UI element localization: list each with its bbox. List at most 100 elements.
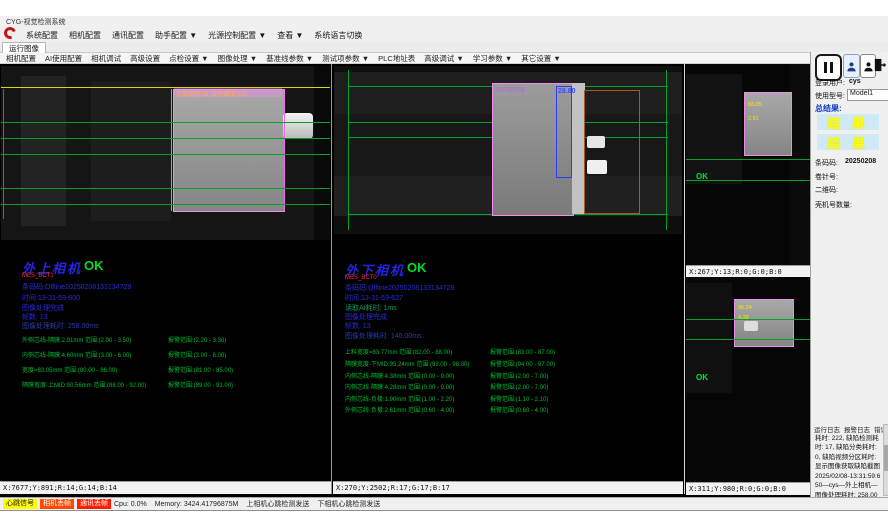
center-camera-view[interactable]: AI检测区域 28.80 外下相机 OK MES_BCT0 条码码:Offlin…	[333, 64, 683, 497]
menu-item-light-control-config[interactable]: 光源控制配置 ▼	[208, 30, 266, 41]
model-select[interactable]: Model1	[847, 89, 888, 101]
result-box-lower-text: 结 果	[827, 133, 869, 152]
small-top-camera-view[interactable]: 83.05 2.91 OK X:267;Y:13;R:0;G:0;B:0	[686, 64, 810, 277]
green-guide-line	[1, 204, 330, 205]
menu-item-language-switch[interactable]: 系统语言切换	[314, 30, 362, 41]
menu-item-assistant-config[interactable]: 助手配置 ▼	[155, 30, 197, 41]
bright-spot	[587, 136, 605, 148]
magenta-edge-line	[171, 89, 172, 211]
pause-button[interactable]	[815, 54, 842, 81]
toolbar-item-ai-usage-config[interactable]: AI使用配置	[45, 53, 82, 64]
output-tag: MES_BCT0	[345, 275, 377, 281]
comm-drop-badge: 通讯丢帧	[77, 499, 111, 509]
green-guide-line	[1, 154, 330, 155]
toolbar-item-advanced-debug[interactable]: 高级调试 ▼	[424, 53, 464, 64]
login-user-label: 登录用户:	[815, 78, 845, 88]
result-box-lower: 结 果	[817, 134, 879, 150]
machine-shadow	[686, 74, 742, 184]
log-tab-alarm[interactable]: 报警日志	[844, 424, 870, 434]
toolbar-item-other-settings[interactable]: 其它设置 ▼	[521, 53, 561, 64]
left-view-coords: X:7677;Y:891;R:14;G:14;B:14	[0, 482, 331, 494]
barcode-value: 20250208	[845, 158, 876, 165]
log-scrollbar-thumb[interactable]	[884, 445, 888, 471]
measurement-alarm: 报警范围:(0.60 - 4.00)	[490, 405, 548, 414]
measurement-value: 外侧芯线-负极:2.61mm 范围:(0.60 - 4.00)	[345, 405, 454, 414]
machine-shadow	[790, 64, 810, 265]
log-tab-run[interactable]: 运行日志	[814, 424, 840, 434]
model-label: 使用型号:	[815, 91, 845, 101]
view-divider	[684, 64, 685, 494]
exit-button[interactable]	[871, 54, 887, 76]
machine-column	[91, 81, 171, 221]
threshold-overlay: 灰度阈值:93, 动态阈值:100	[174, 88, 282, 97]
roller-part	[283, 113, 313, 139]
inspected-block	[173, 89, 285, 212]
toolbar-item-spot-check[interactable]: 点检设置 ▼	[169, 53, 209, 64]
center-camera-image[interactable]: AI检测区域 28.80	[334, 66, 682, 234]
toolbar-item-camera-config[interactable]: 相机配置	[6, 53, 36, 64]
left-camera-image[interactable]: 灰度阈值:93, 动态阈值:100	[1, 66, 330, 240]
pause-icon	[824, 62, 833, 73]
measurement-value: 内侧芯线-隔膜:4.28mm 范围:(0.00 - 9.00)	[345, 382, 454, 391]
orange-region-rect	[584, 90, 640, 214]
user-icon	[846, 60, 857, 73]
menu-item-camera-config[interactable]: 相机配置	[69, 30, 101, 41]
time-line: 时间:13-31-59-627	[345, 293, 403, 303]
toolbar-item-test-item-params[interactable]: 测试项参数 ▼	[322, 53, 369, 64]
menu-item-comm-config[interactable]: 通讯配置	[112, 30, 144, 41]
toolbar-item-learning-params[interactable]: 学习参数 ▼	[473, 53, 513, 64]
green-guide-line	[1, 138, 330, 139]
log-tabs: 运行日志 报警日志 错误日志	[814, 424, 888, 434]
login-user-value: cys	[849, 78, 861, 85]
menu-item-view[interactable]: 查看 ▼	[277, 30, 303, 41]
measurement-alarm: 报警范围:(3.00 - 6.00)	[168, 350, 226, 359]
machine-shadow	[314, 66, 330, 240]
small-bottom-camera-view[interactable]: 95.24 4.38 OK X:311;Y:980;R:0;G:0;B:0	[686, 277, 810, 495]
measurement-alarm: 报警范围:(83.00 - 87.00)	[490, 347, 555, 356]
measure-tag-small: 95.24	[738, 305, 752, 311]
exit-icon	[872, 57, 887, 73]
tab-run-image[interactable]: 运行图像	[2, 42, 46, 53]
green-guide-line	[686, 159, 810, 160]
measure-tag-label: 28.80	[558, 88, 576, 95]
output-tag: MES_BCT1	[22, 273, 54, 279]
green-guide-line	[1, 122, 330, 123]
process-time-line: 图像处理耗时: 258.00ms	[22, 321, 99, 331]
measurement-value: 内侧芯线-隔膜:4.60mm 范围:(3.00 - 6.00)	[22, 350, 131, 359]
green-guide-line-vertical	[666, 70, 667, 230]
toolbar-item-plc-address-table[interactable]: PLC地址表	[378, 53, 415, 64]
measurement-value: 外侧芯线-隔膜:2.91mm 范围:(2.00 - 3.50)	[22, 335, 131, 344]
toolbar-item-advanced-settings[interactable]: 高级设置	[130, 53, 160, 64]
tab-strip	[0, 42, 888, 53]
green-guide-line	[686, 319, 810, 320]
toolbar-item-camera-debug[interactable]: 相机调试	[91, 53, 121, 64]
memory-usage: Memory: 3424.41796875M	[155, 501, 239, 508]
ai-region-label: AI检测区域	[495, 85, 525, 94]
measurement-alarm: 报警范围:(2.00 - 7.00)	[490, 371, 548, 380]
toolbar-item-image-processing[interactable]: 图像处理 ▼	[218, 53, 258, 64]
log-scrollbar[interactable]	[883, 424, 888, 496]
measurement-alarm: 报警范围:(94.00 - 97.00)	[490, 359, 555, 368]
left-camera-view[interactable]: 灰度阈值:93, 动态阈值:100 外上相机 OK MES_BCT1 条码码:O…	[0, 64, 331, 497]
measurement-alarm: 报警范围:(1.10 - 2.10)	[490, 394, 548, 403]
time-line: 时间:13-31-59-600	[22, 293, 80, 303]
login-user-button[interactable]	[843, 54, 860, 78]
small-bottom-camera-image[interactable]: 95.24 4.38 OK	[686, 277, 810, 482]
toolbar: 相机配置 AI使用配置 相机调试 高级设置 点检设置 ▼ 图像处理 ▼ 基准线参…	[0, 53, 888, 64]
measure-tag-small: 4.38	[738, 315, 749, 321]
barcode-label: 条码码:	[815, 158, 838, 168]
small-top-camera-image[interactable]: 83.05 2.91 OK	[686, 64, 810, 265]
measurement-alarm: 报警范围:(81.00 - 85.00)	[168, 365, 233, 374]
magenta-edge-line	[284, 89, 285, 211]
app-window: CYG-视觉检测系统 系统配置 相机配置 通讯配置 助手配置 ▼ 光源控制配置 …	[0, 0, 888, 522]
measurement-value: 隔膜宽度-上MID:90.56mm 范围:(88.00 - 92.00)	[22, 380, 146, 389]
toolbar-item-baseline-params[interactable]: 基准线参数 ▼	[266, 53, 313, 64]
green-guide-line-vertical	[348, 70, 349, 230]
heartbeat-badge: 心跳信号	[3, 499, 37, 509]
menu-item-system-config[interactable]: 系统配置	[26, 30, 58, 41]
machine-shadow	[686, 283, 732, 393]
pin-number-label: 卷针号:	[815, 172, 838, 182]
frame-count-line: 帧数: 13	[345, 321, 371, 331]
small-bottom-coordbar: X:311;Y:980;R:0;G:0;B:0	[686, 482, 810, 495]
main-area: 灰度阈值:93, 动态阈值:100 外上相机 OK MES_BCT1 条码码:O…	[0, 64, 810, 497]
